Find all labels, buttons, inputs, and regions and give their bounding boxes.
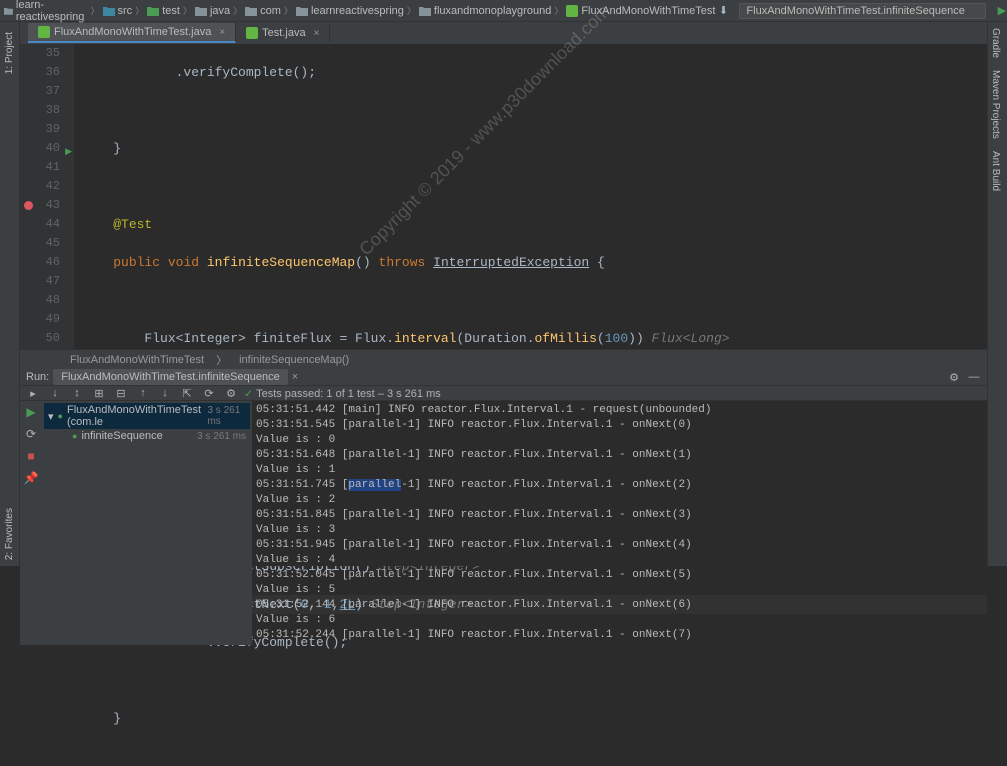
gradle-tool-tab[interactable]: Gradle bbox=[988, 22, 1003, 64]
rerun-failed-icon[interactable]: ⟳ bbox=[24, 427, 38, 441]
structure-breadcrumb: FluxAndMonoWithTimeTest 〉 infiniteSequen… bbox=[20, 349, 987, 369]
java-file-icon bbox=[38, 26, 50, 38]
run-title: Run: bbox=[26, 371, 49, 383]
maven-tool-tab[interactable]: Maven Projects bbox=[988, 64, 1003, 145]
run-tool-window: Run: FluxAndMonoWithTimeTest.infiniteSeq… bbox=[20, 369, 987, 566]
code-body[interactable]: .verifyComplete(); } @Test public void i… bbox=[74, 44, 987, 349]
right-tool-window-bar: Gradle Maven Projects Ant Build bbox=[987, 22, 1007, 566]
close-icon[interactable]: × bbox=[219, 27, 225, 38]
breadcrumb-item[interactable]: learn-reactivespring bbox=[4, 0, 87, 23]
run-tab[interactable]: FluxAndMonoWithTimeTest.infiniteSequence bbox=[53, 369, 287, 385]
breadcrumb-class[interactable]: FluxAndMonoWithTimeTest bbox=[70, 354, 204, 366]
build-icon[interactable]: ⬇ bbox=[715, 3, 731, 19]
test-tree-item[interactable]: ▾ ● FluxAndMonoWithTimeTest (com.le 3 s … bbox=[44, 403, 250, 429]
code-editor[interactable]: 35 36 37 38 39 40▶ 41 42 43 44 45 46 47 … bbox=[20, 44, 987, 349]
close-icon[interactable]: × bbox=[292, 371, 298, 383]
run-toolbar: ▸ ↓ ↕ ⊞ ⊟ ↑ ↓ ⇱ ⟳ ⚙ ✓ Tests passed: 1 of… bbox=[20, 385, 987, 401]
breadcrumb-item[interactable]: learnreactivespring bbox=[296, 5, 404, 17]
next-icon[interactable]: ↓ bbox=[158, 386, 172, 400]
breadcrumb-item[interactable]: com bbox=[245, 5, 281, 17]
console-output[interactable]: 05:31:51.442 [main] INFO reactor.Flux.In… bbox=[252, 401, 987, 645]
expand-icon[interactable]: ▸ bbox=[26, 386, 40, 400]
breadcrumb-item[interactable]: FluxAndMonoWithTimeTest bbox=[566, 5, 715, 17]
run-gutter-icon[interactable]: ▶ bbox=[65, 143, 72, 162]
top-navigation: learn-reactivespring〉 src〉 test〉 java〉 c… bbox=[0, 0, 1007, 22]
pass-icon: ● bbox=[58, 411, 63, 421]
toolbar-right: ⬇ FluxAndMonoWithTimeTest.infiniteSequen… bbox=[715, 3, 1007, 19]
run-header: Run: FluxAndMonoWithTimeTest.infiniteSeq… bbox=[20, 369, 987, 385]
expand-all-icon[interactable]: ⊞ bbox=[92, 386, 106, 400]
editor-tab[interactable]: FluxAndMonoWithTimeTest.java× bbox=[28, 23, 236, 43]
ant-tool-tab[interactable]: Ant Build bbox=[988, 145, 1003, 197]
editor-tab[interactable]: Test.java× bbox=[236, 24, 330, 42]
pin-icon[interactable]: 📌 bbox=[24, 471, 38, 485]
rerun-icon[interactable]: ▶ bbox=[24, 405, 38, 419]
breadcrumb-item[interactable]: test bbox=[147, 5, 180, 17]
collapse-icon[interactable]: ↓ bbox=[48, 386, 62, 400]
minimize-icon[interactable]: — bbox=[967, 370, 981, 384]
favorites-tool-tab[interactable]: 2: Favorites bbox=[2, 502, 17, 566]
breakpoint-icon[interactable] bbox=[24, 201, 33, 210]
settings-icon[interactable]: ⚙ bbox=[947, 370, 961, 384]
breadcrumb-item[interactable]: src bbox=[103, 5, 133, 17]
run-configuration-select[interactable]: FluxAndMonoWithTimeTest.infiniteSequence bbox=[739, 3, 985, 19]
project-tool-tab[interactable]: 1: Project bbox=[2, 26, 17, 80]
settings-icon[interactable]: ⚙ bbox=[224, 386, 238, 400]
pass-icon: ● bbox=[72, 431, 77, 441]
close-icon[interactable]: × bbox=[314, 28, 320, 39]
test-tree-item[interactable]: ● infiniteSequence 3 s 261 ms bbox=[44, 429, 250, 443]
run-side-toolbar: ▶ ⟳ ■ 📌 bbox=[20, 401, 42, 645]
java-file-icon bbox=[246, 27, 258, 39]
prev-icon[interactable]: ↑ bbox=[136, 386, 150, 400]
export-icon[interactable]: ⇱ bbox=[180, 386, 194, 400]
run-button[interactable]: ▶ bbox=[994, 3, 1007, 19]
editor-tabs: FluxAndMonoWithTimeTest.java× Test.java× bbox=[0, 22, 1007, 44]
breadcrumb-method[interactable]: infiniteSequenceMap() bbox=[239, 354, 349, 366]
breadcrumb: learn-reactivespring〉 src〉 test〉 java〉 c… bbox=[4, 0, 715, 23]
filter-icon[interactable]: ↕ bbox=[70, 386, 84, 400]
class-icon bbox=[566, 5, 578, 17]
test-status: ✓ Tests passed: 1 of 1 test – 3 s 261 ms bbox=[244, 387, 441, 400]
history-icon[interactable]: ⟳ bbox=[202, 386, 216, 400]
breadcrumb-item[interactable]: fluxandmonoplayground bbox=[419, 5, 551, 17]
stop-icon[interactable]: ■ bbox=[24, 449, 38, 463]
chevron-down-icon[interactable]: ▾ bbox=[48, 410, 54, 423]
left-tool-window-bar: 1: Project 2: Favorites bbox=[0, 22, 20, 566]
test-tree[interactable]: ▾ ● FluxAndMonoWithTimeTest (com.le 3 s … bbox=[42, 401, 252, 645]
gutter[interactable]: 35 36 37 38 39 40▶ 41 42 43 44 45 46 47 … bbox=[20, 44, 74, 349]
breadcrumb-item[interactable]: java bbox=[195, 5, 230, 17]
collapse-all-icon[interactable]: ⊟ bbox=[114, 386, 128, 400]
